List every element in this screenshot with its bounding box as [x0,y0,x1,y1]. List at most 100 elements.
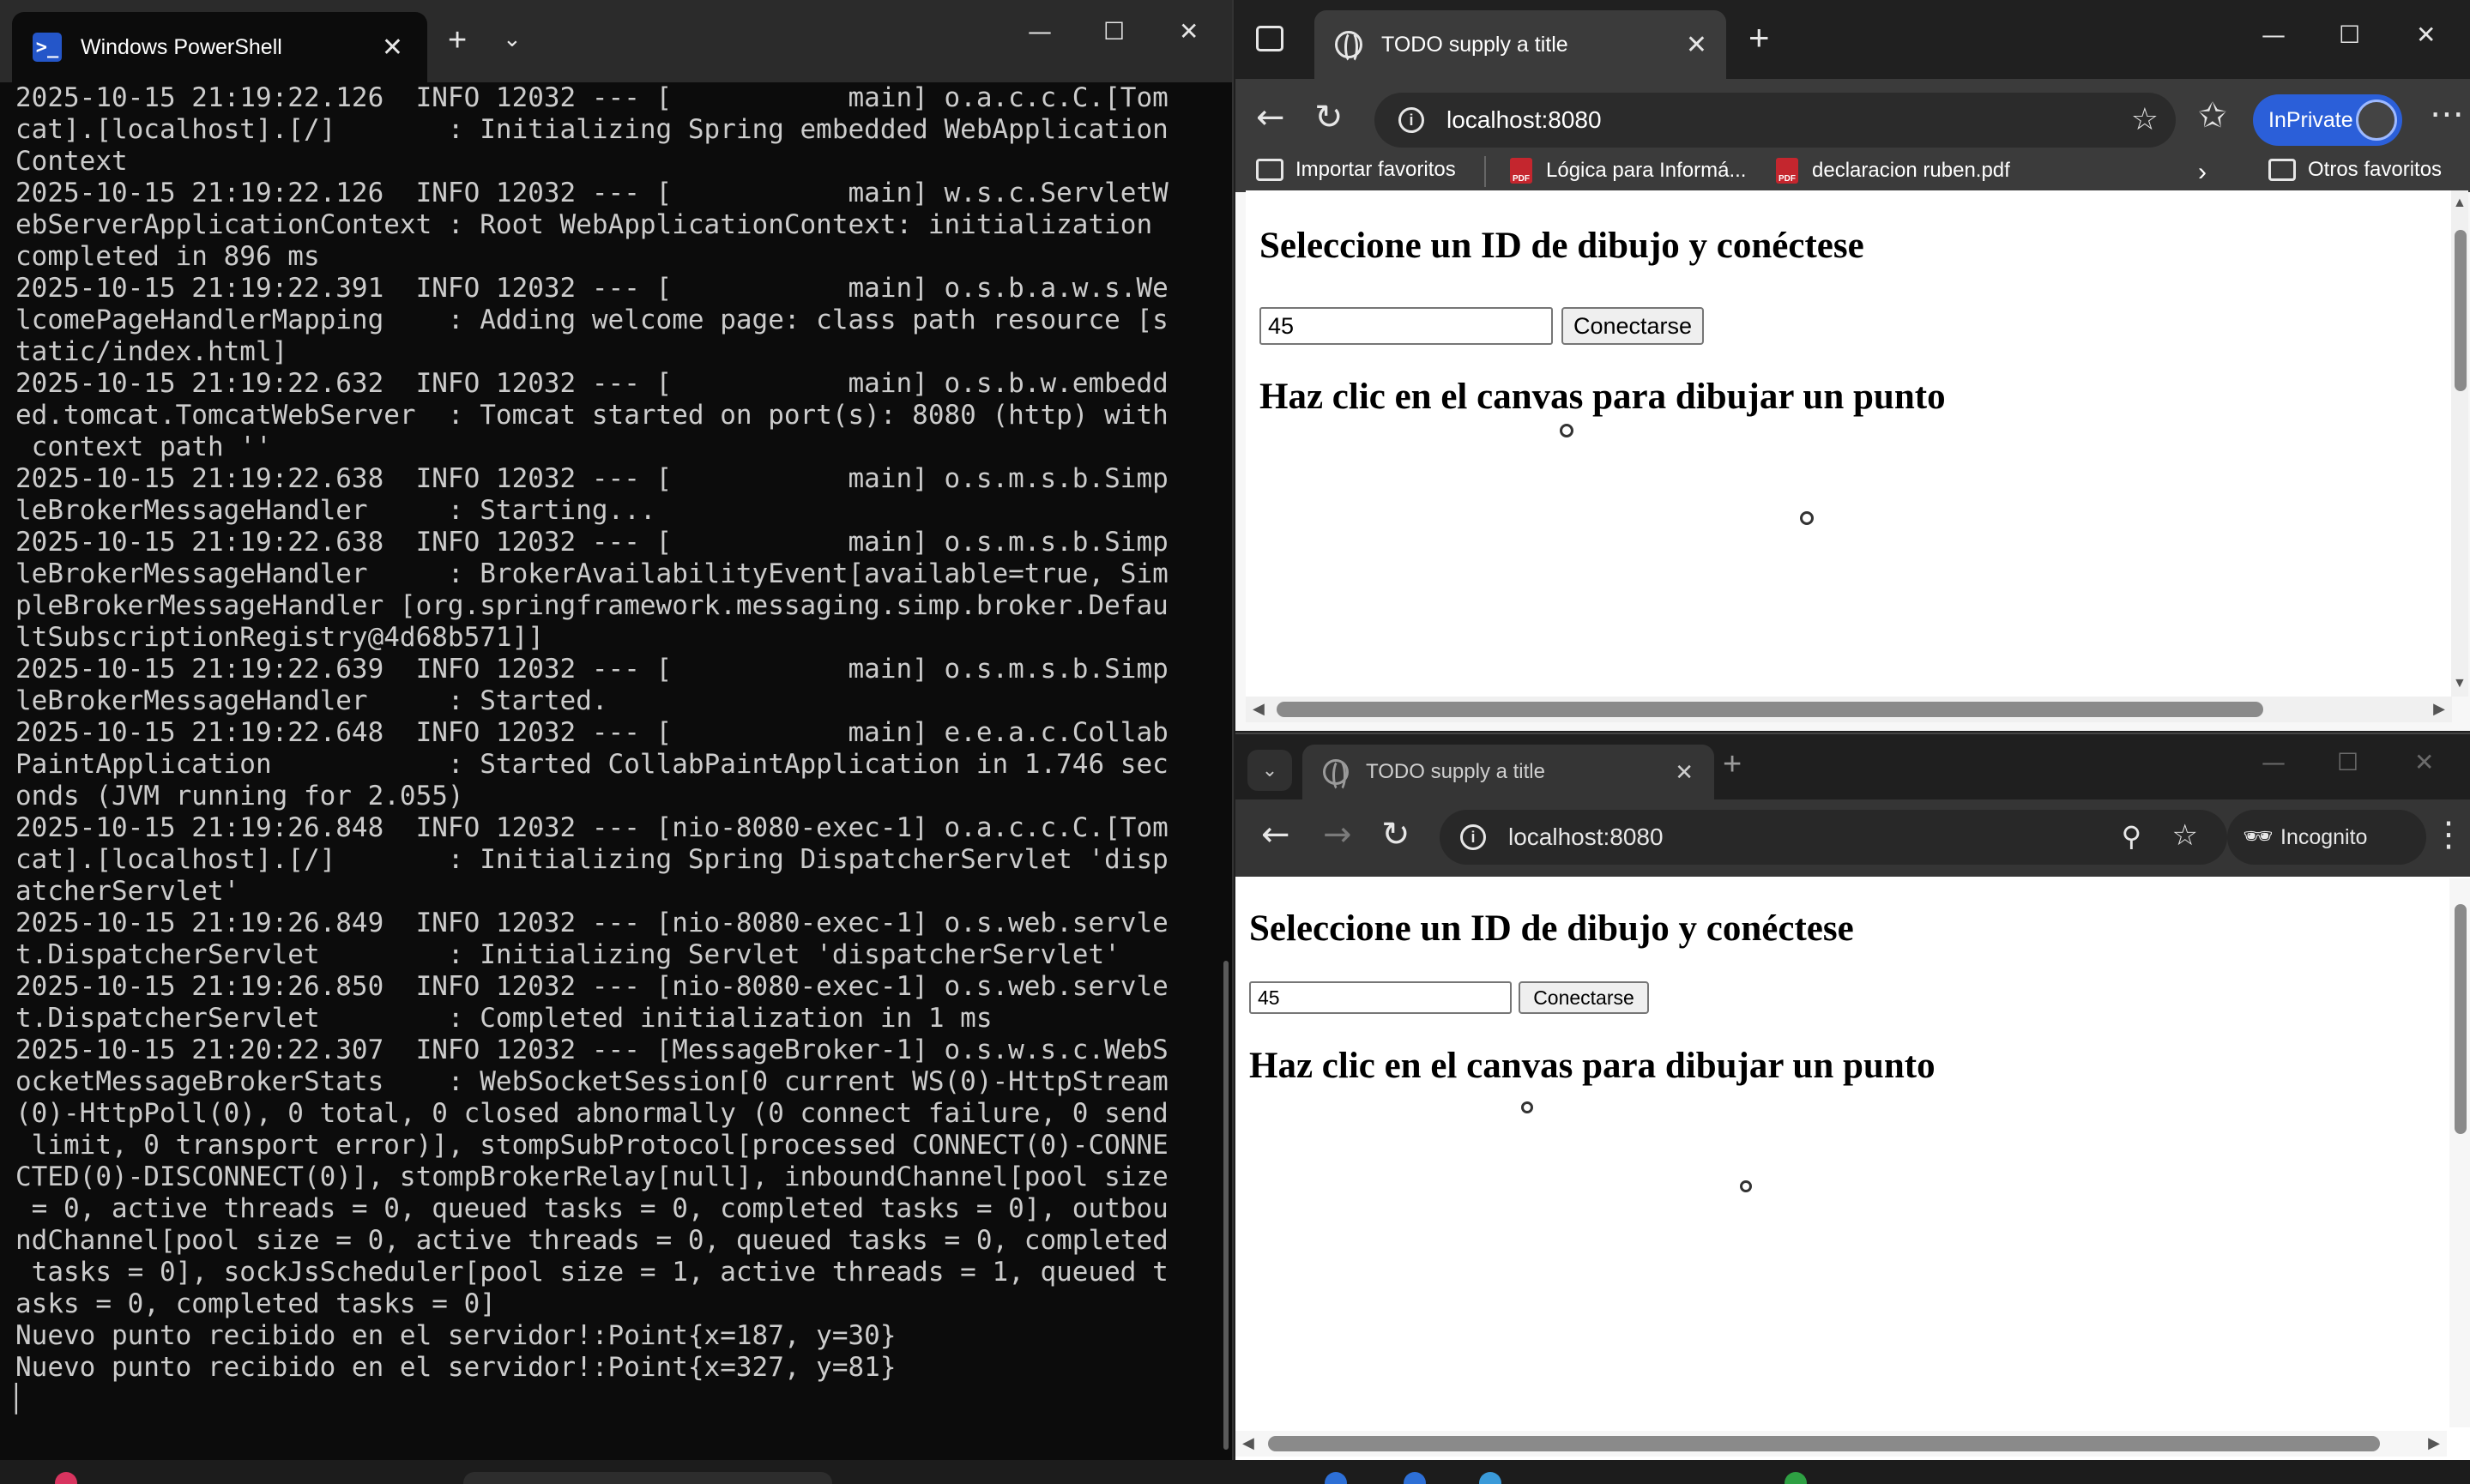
drawing-canvas[interactable] [1235,1101,2437,1417]
terminal-scrollbar[interactable] [1223,961,1229,1450]
close-window-icon[interactable]: ✕ [2416,21,2436,49]
scroll-right-icon[interactable]: ▶ [2433,700,2445,718]
terminal-line: ed.tomcat.TomcatWebServer : Tomcat start… [15,400,1169,431]
tab-actions-icon[interactable] [1256,26,1283,51]
powershell-tab[interactable]: >_ Windows PowerShell ✕ [12,12,427,82]
taskbar-app-icon[interactable] [1479,1472,1501,1484]
terminal-line: tasks = 0], sockJsScheduler[pool size = … [15,1257,1169,1288]
inprivate-button[interactable]: InPrivate [2253,94,2402,146]
chevron-down-icon[interactable]: ⌄ [503,26,522,52]
chrome-tab[interactable]: TODO supply a title ✕ [1302,745,1714,799]
terminal-line: tatic/index.html] [15,336,288,367]
page-subheading: Haz clic en el canvas para dibujar un pu… [1259,377,1946,417]
scroll-thumb[interactable] [2455,230,2467,391]
taskbar-app-icon[interactable] [1404,1472,1426,1484]
favorite-star-icon[interactable]: ☆ [2131,101,2159,137]
scroll-left-icon[interactable]: ◀ [1242,1434,1254,1452]
terminal-lines: 2025-10-15 21:19:22.126 INFO 12032 --- [… [15,82,1217,1384]
forward-icon[interactable]: → [1323,815,1352,854]
info-icon[interactable]: i [1460,824,1486,850]
minimize-icon[interactable]: — [2262,21,2286,49]
address-bar[interactable]: i localhost:8080 ☆ [1374,93,2176,148]
taskbar-app-icon[interactable] [55,1472,77,1484]
close-window-icon[interactable]: ✕ [2414,748,2434,776]
scroll-thumb[interactable] [1268,1436,2380,1451]
terminal-line: 2025-10-15 21:19:22.648 INFO 12032 --- [… [15,717,1169,748]
bookmark-logica[interactable]: PDF Lógica para Informá... [1510,158,1746,184]
pdf-icon: PDF [1776,158,1798,184]
chevron-right-icon[interactable]: › [2198,158,2207,187]
drawn-point [1740,1180,1753,1193]
bookmark-declaracion[interactable]: PDF declaracion ruben.pdf [1776,158,2010,184]
terminal-output[interactable]: 2025-10-15 21:19:22.126 INFO 12032 --- [… [0,82,1232,1460]
more-icon[interactable]: ⋮ [2431,815,2466,854]
back-icon[interactable]: ← [1256,98,1285,137]
drawing-id-input[interactable] [1249,981,1512,1014]
other-favorites[interactable]: Otros favoritos [2268,158,2442,182]
bookmark-star-icon[interactable]: ☆ [2172,818,2198,853]
chrome-window: ⌄ TODO supply a title ✕ + — ☐ ✕ ← → ↻ i … [1235,733,2470,1460]
terminal-line: pleBrokerMessageHandler [org.springframe… [15,590,1169,621]
drawing-id-input[interactable] [1259,307,1553,345]
terminal-line: cat].[localhost].[/] : Initializing Spri… [15,844,1169,875]
close-tab-icon[interactable]: ✕ [382,33,403,63]
taskbar-app-icon[interactable] [1325,1472,1347,1484]
close-window-icon[interactable]: ✕ [1179,17,1199,45]
zoom-icon[interactable]: ⚲ [2122,820,2141,853]
close-tab-icon[interactable]: ✕ [1675,759,1694,786]
vertical-scrollbar[interactable]: ▲ ▼ [2451,190,2468,697]
drawn-point [1560,424,1573,437]
address-bar[interactable]: i localhost:8080 ⚲ ☆ [1440,810,2227,865]
horizontal-scrollbar[interactable]: ◀ ▶ [1235,1431,2447,1457]
scroll-down-icon[interactable]: ▼ [2453,676,2467,691]
scroll-thumb[interactable] [2455,904,2467,1134]
taskbar-app-icon[interactable] [1785,1472,1807,1484]
tab-search-icon[interactable]: ⌄ [1247,750,1292,791]
drawing-canvas[interactable] [1246,424,2447,691]
terminal-line: Nuevo punto recibido en el servidor!:Poi… [15,1352,897,1383]
terminal-line: 2025-10-15 21:19:22.391 INFO 12032 --- [… [15,273,1169,304]
chrome-toolbar: ← → ↻ i localhost:8080 ⚲ ☆ 🕶 Incognito ⋮ [1235,799,2470,877]
connect-button[interactable]: Conectarse [1519,981,1649,1014]
bookmark-label: Importar favoritos [1295,158,1456,181]
terminal-line: ebServerApplicationContext : Root WebApp… [15,209,1153,240]
minimize-icon[interactable]: — [2262,748,2286,776]
new-tab-icon[interactable]: + [1748,17,1770,58]
incognito-button[interactable]: 🕶 Incognito [2227,810,2426,865]
edge-toolbar: ← ↻ i localhost:8080 ☆ ✩ InPrivate ⋯ [1235,79,2470,161]
close-tab-icon[interactable]: ✕ [1686,30,1707,60]
chrome-page: Seleccione un ID de dibujo y conéctese C… [1235,878,2447,1427]
taskbar-search[interactable] [463,1472,832,1484]
back-icon[interactable]: ← [1261,815,1290,854]
bookmark-import[interactable]: Importar favoritos [1256,158,1456,182]
new-tab-icon[interactable]: + [1723,746,1742,783]
scroll-left-icon[interactable]: ◀ [1253,700,1265,718]
new-tab-icon[interactable]: + [448,22,467,59]
terminal-line: onds (JVM running for 2.055) [15,781,464,811]
page-heading: Seleccione un ID de dibujo y conéctese [1259,226,1864,266]
terminal-line: asks = 0, completed tasks = 0] [15,1288,496,1319]
terminal-line: Context [15,146,128,177]
terminal-line: CTED(0)-DISCONNECT(0)], stompBrokerRelay… [15,1161,1169,1192]
folder-icon [2268,159,2296,181]
horizontal-scrollbar[interactable]: ◀ ▶ [1246,697,2452,722]
more-icon[interactable]: ⋯ [2430,94,2464,134]
scroll-right-icon[interactable]: ▶ [2428,1434,2440,1452]
refresh-icon[interactable]: ↻ [1381,815,1410,854]
terminal-line: 2025-10-15 21:19:26.849 INFO 12032 --- [… [15,908,1169,938]
favorites-icon[interactable]: ✩ [2198,96,2227,136]
terminal-line: (0)-HttpPoll(0), 0 total, 0 closed abnor… [15,1098,1169,1129]
info-icon[interactable]: i [1398,107,1424,133]
incognito-icon: 🕶 [2243,823,2274,849]
scroll-thumb[interactable] [1277,702,2263,717]
vertical-scrollbar[interactable] [2449,878,2470,1427]
refresh-icon[interactable]: ↻ [1314,98,1344,137]
maximize-icon[interactable]: ☐ [1103,17,1125,45]
minimize-icon[interactable]: — [1028,17,1052,45]
scroll-up-icon[interactable]: ▲ [2453,196,2467,211]
maximize-icon[interactable]: ☐ [2339,21,2360,49]
connect-button[interactable]: Conectarse [1561,307,1704,345]
drawn-point [1800,511,1814,525]
edge-tab[interactable]: TODO supply a title ✕ [1314,10,1726,79]
maximize-icon[interactable]: ☐ [2337,748,2358,776]
